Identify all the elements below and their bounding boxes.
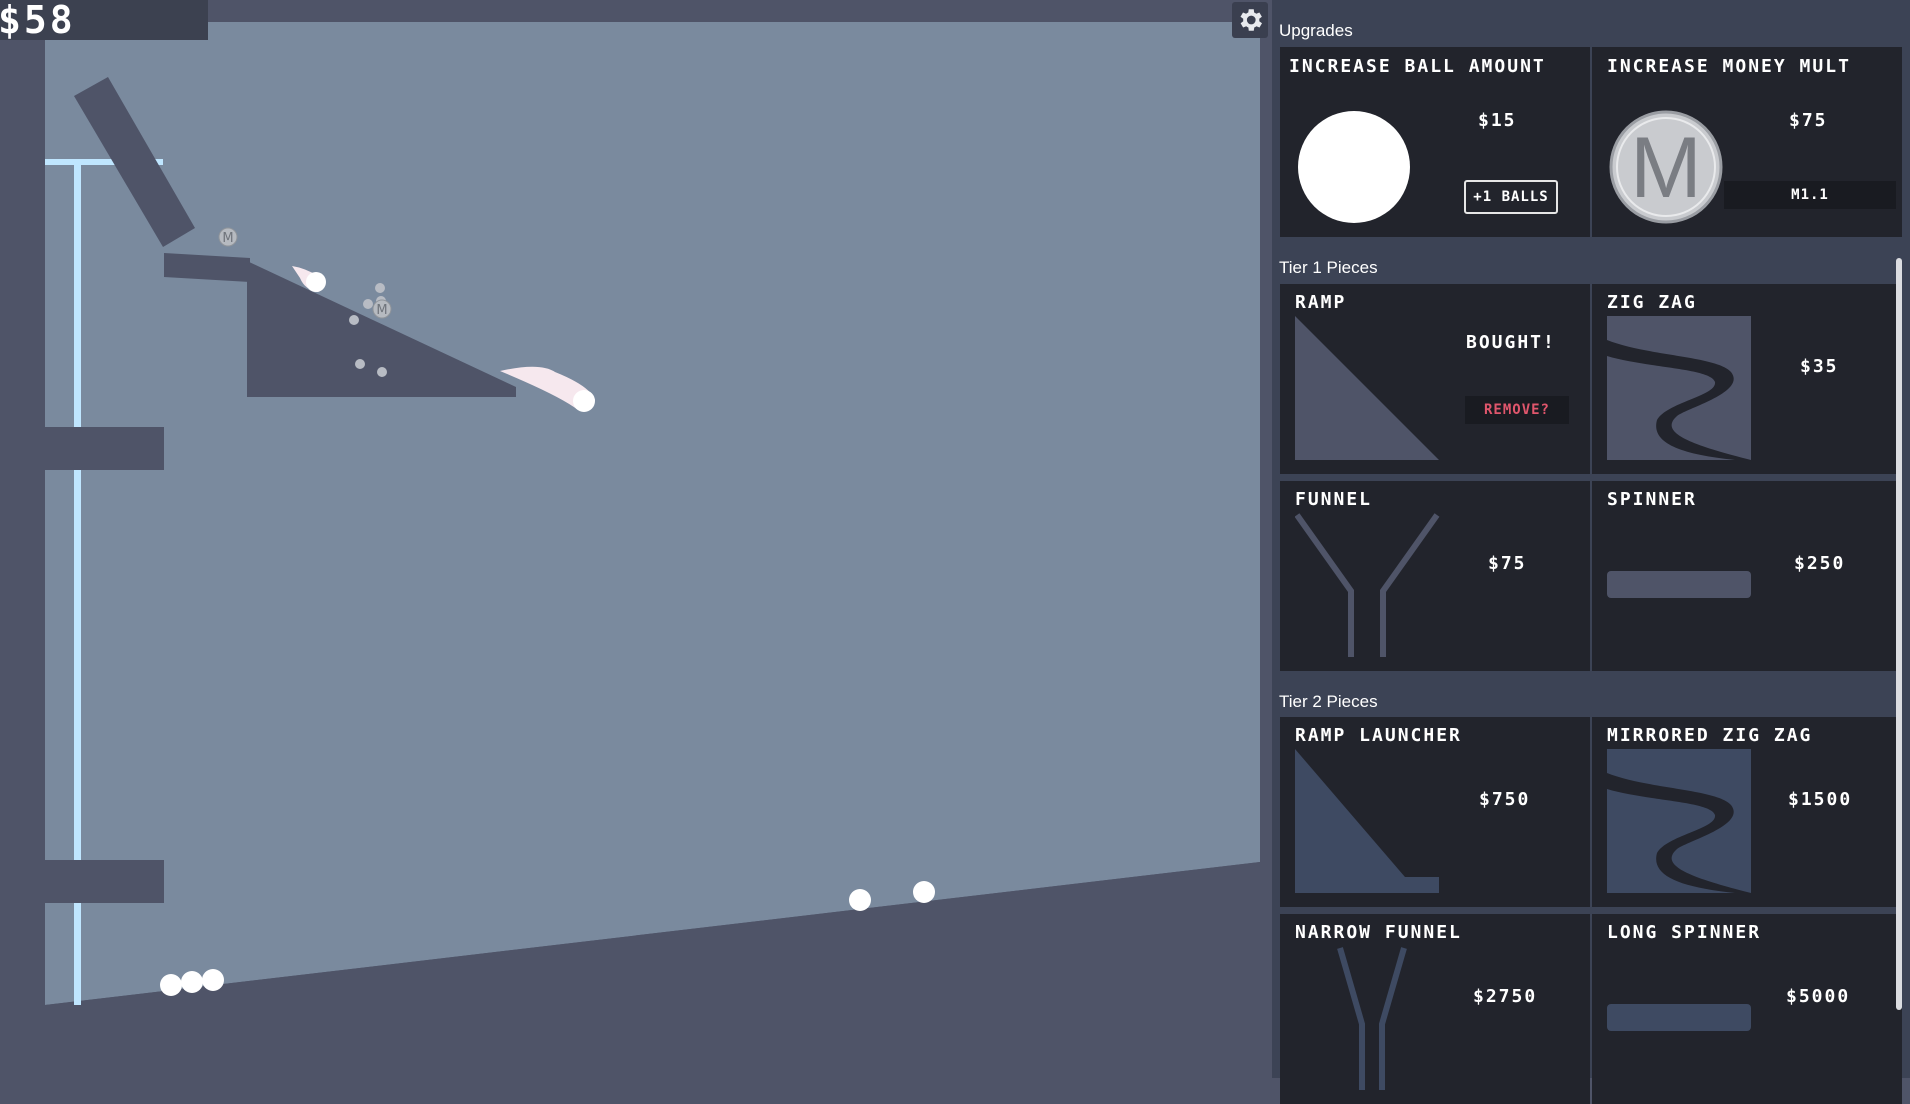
money-coin-letter: M xyxy=(1630,120,1702,216)
balls-badge: +1 BALLS xyxy=(1464,180,1558,214)
card-price: $5000 xyxy=(1786,986,1851,1007)
card-name: ZIG ZAG xyxy=(1607,292,1697,313)
shelf xyxy=(164,253,250,282)
card-price: $1500 xyxy=(1788,789,1853,810)
settings-button[interactable] xyxy=(1232,2,1268,38)
card-ramp[interactable]: RAMP BOUGHT! REMOVE? xyxy=(1280,284,1590,474)
money-coin-label: M xyxy=(376,303,387,318)
card-name: MIRRORED ZIG ZAG xyxy=(1607,725,1813,746)
card-name: FUNNEL xyxy=(1295,489,1373,510)
card-price: $2750 xyxy=(1473,986,1538,1007)
ball-icon xyxy=(1298,111,1410,223)
card-increase-ball-amount[interactable]: INCREASE BALL AMOUNT $15 +1 BALLS xyxy=(1280,47,1590,237)
narrow-funnel-icon xyxy=(1337,947,1407,1090)
card-mirrored-zig-zag[interactable]: MIRRORED ZIG ZAG $1500 xyxy=(1592,717,1902,907)
grey-dot xyxy=(349,315,359,325)
mirrored-zig-zag-icon xyxy=(1607,749,1751,893)
bought-status: BOUGHT! xyxy=(1466,332,1556,353)
funnel-icon xyxy=(1295,513,1440,657)
mult-badge: M1.1 xyxy=(1724,181,1896,209)
card-price: $75 xyxy=(1488,553,1527,574)
game-board[interactable]: M M $58 xyxy=(0,0,1272,1078)
shop-scrollbar[interactable] xyxy=(1896,258,1902,1010)
grey-dot xyxy=(377,367,387,377)
zig-zag-icon xyxy=(1607,316,1751,460)
spinner-icon xyxy=(1607,571,1751,598)
long-spinner-icon xyxy=(1607,1004,1751,1031)
left-wall xyxy=(0,0,45,1078)
card-increase-money-mult[interactable]: INCREASE MONEY MULT M $75 M1.1 xyxy=(1592,47,1902,237)
section-title-upgrades: Upgrades xyxy=(1279,21,1353,40)
gear-icon xyxy=(1240,9,1262,31)
shop-panel: Upgrades INCREASE BALL AMOUNT $15 +1 BAL… xyxy=(1272,0,1910,1104)
ledge-lower xyxy=(45,860,164,903)
ball xyxy=(181,971,203,993)
card-name: RAMP xyxy=(1295,292,1347,313)
card-name: INCREASE MONEY MULT xyxy=(1607,56,1851,77)
grey-dot xyxy=(375,283,385,293)
card-name: INCREASE BALL AMOUNT xyxy=(1289,56,1546,77)
card-price: $35 xyxy=(1800,356,1839,377)
money-coin-label: M xyxy=(222,231,233,246)
card-funnel[interactable]: FUNNEL $75 xyxy=(1280,481,1590,671)
card-price: $15 xyxy=(1478,110,1517,131)
ramp-icon xyxy=(1295,316,1439,460)
card-zig-zag[interactable]: ZIG ZAG $35 xyxy=(1592,284,1902,474)
sky-area xyxy=(45,22,1260,1005)
ramp-launcher-icon xyxy=(1295,749,1439,893)
grey-dot xyxy=(355,359,365,369)
card-name: NARROW FUNNEL xyxy=(1295,922,1462,943)
ball-trail-1 xyxy=(306,272,326,292)
board-scene: M M xyxy=(0,0,1272,1078)
grey-dot xyxy=(363,299,373,309)
money-value: $58 xyxy=(0,0,76,42)
section-title-tier2: Tier 2 Pieces xyxy=(1279,692,1378,711)
card-price: $750 xyxy=(1479,789,1531,810)
card-price: $250 xyxy=(1794,553,1846,574)
card-name: LONG SPINNER xyxy=(1607,922,1762,943)
section-title-tier1: Tier 1 Pieces xyxy=(1279,258,1378,277)
card-name: RAMP LAUNCHER xyxy=(1295,725,1462,746)
ball xyxy=(913,881,935,903)
ball xyxy=(160,974,182,996)
ball xyxy=(849,889,871,911)
money-coin-icon: M xyxy=(1609,110,1723,224)
card-name: SPINNER xyxy=(1607,489,1697,510)
money-display: $58 xyxy=(0,0,208,42)
card-ramp-launcher[interactable]: RAMP LAUNCHER $750 xyxy=(1280,717,1590,907)
card-price: $75 xyxy=(1789,110,1828,131)
ball xyxy=(202,969,224,991)
ball-trail-2 xyxy=(573,390,595,412)
card-long-spinner[interactable]: LONG SPINNER $5000 xyxy=(1592,914,1902,1104)
remove-button[interactable]: REMOVE? xyxy=(1465,396,1569,424)
card-spinner[interactable]: SPINNER $250 xyxy=(1592,481,1902,671)
right-edge xyxy=(1260,0,1272,1078)
card-narrow-funnel[interactable]: NARROW FUNNEL $2750 xyxy=(1280,914,1590,1104)
ledge-upper xyxy=(45,427,164,470)
